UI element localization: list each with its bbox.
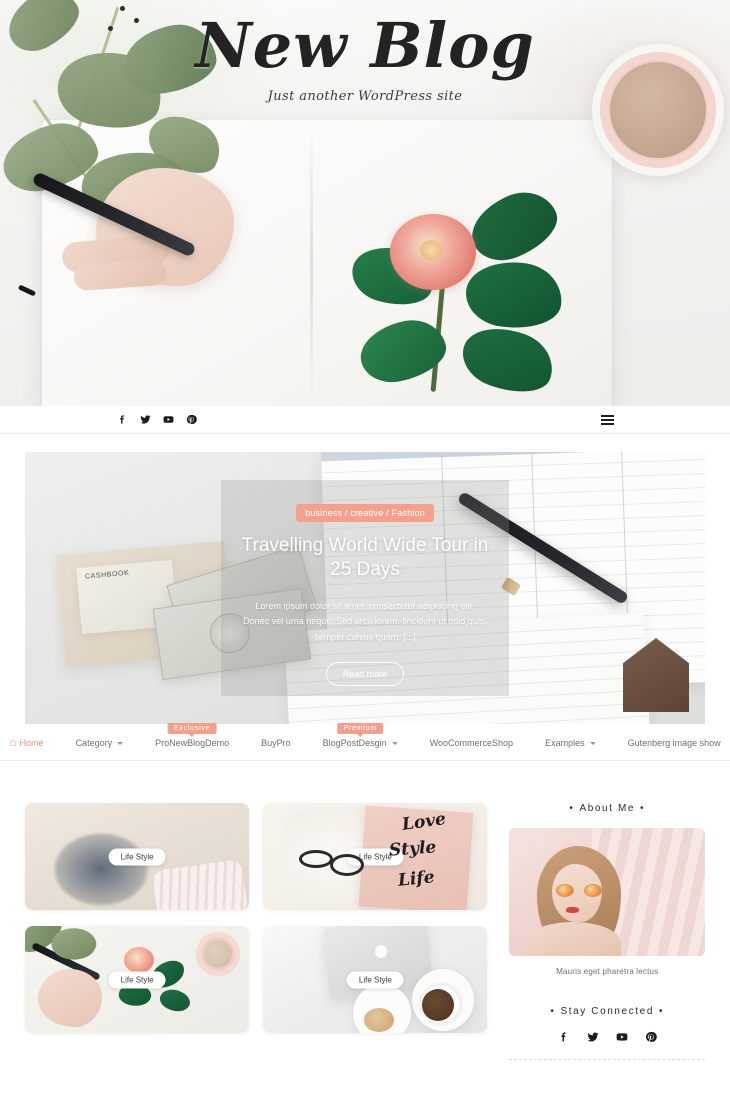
camellia-bloom <box>390 214 476 290</box>
social-links <box>116 414 197 426</box>
posts-grid: Life Style Love Style Life Life Style Li… <box>25 803 488 1033</box>
site-title: New Blog <box>195 9 535 82</box>
post-card[interactable]: Life Style <box>25 803 250 910</box>
widget-title-text: Stay Connected <box>560 1006 655 1017</box>
cup-illustration <box>196 932 241 977</box>
post-card[interactable]: Life Style <box>263 926 488 1033</box>
featured-slider[interactable]: CASHBOOK business / creative / Fashion T… <box>25 452 705 724</box>
divider <box>509 1059 705 1060</box>
widget-title-text: About Me <box>579 803 636 814</box>
sidebar-social-links <box>509 1031 705 1043</box>
content-area: Life Style Love Style Life Life Style Li… <box>0 761 730 1090</box>
eyeglasses-illustration <box>299 850 365 877</box>
chevron-down-icon <box>117 741 124 745</box>
post-category-badge[interactable]: Life Style <box>108 971 166 988</box>
widget-title-stay-connected: • Stay Connected • <box>509 1006 705 1017</box>
slide-read-more-button[interactable]: Read more <box>325 661 405 686</box>
post-category-badge[interactable]: Life Style <box>108 848 166 865</box>
slide-excerpt: Lorem ipsum dolor sit amet, consectetur … <box>243 600 487 643</box>
nav-item-label: Home <box>19 738 44 748</box>
nav-item-blogpostdesgin[interactable]: Premium BlogPostDesgin <box>307 723 414 748</box>
burger-line <box>601 418 614 421</box>
bullet-decoration: • <box>550 1006 556 1017</box>
pinterest-icon[interactable] <box>185 414 197 426</box>
youtube-icon[interactable] <box>616 1031 628 1043</box>
painted-leaf <box>156 984 193 1017</box>
nav-item-label: ProNewBlogDemo <box>155 738 230 748</box>
book-word: Life <box>396 867 436 892</box>
about-me-photo <box>509 828 705 956</box>
nav-item-home[interactable]: ☖ Home <box>0 738 60 748</box>
sidebar: • About Me • Mauris eget pharetra lectus •… <box>509 803 705 1090</box>
top-social-bar <box>0 406 730 434</box>
bullet-decoration: • <box>640 803 646 814</box>
nav-item-woocommerceshop[interactable]: WooCommerceShop <box>414 738 529 748</box>
nav-item-label: Examples <box>545 738 585 748</box>
facebook-icon[interactable] <box>116 414 128 426</box>
primary-navigation-list: ☖ Home Category Exclusive ProNewBlogDemo… <box>0 723 730 748</box>
nav-item-label: BuyPro <box>261 738 291 748</box>
nav-item-label: Category <box>75 738 113 748</box>
chevron-down-icon <box>391 741 398 745</box>
site-header: New Blog Just another WordPress site <box>0 0 730 406</box>
nav-badge-premium: Premium <box>337 723 383 734</box>
page-root: New Blog Just another WordPress site CAS… <box>0 0 730 1090</box>
pinterest-icon[interactable] <box>645 1031 657 1043</box>
widget-stay-connected: • Stay Connected • <box>509 1006 705 1060</box>
coffee-liquid <box>421 989 454 1022</box>
slide-caption-overlay: business / creative / Fashion Travelling… <box>221 480 509 696</box>
nav-item-buypro[interactable]: BuyPro <box>245 738 307 748</box>
pastry-illustration <box>364 1007 395 1032</box>
slide-category-badge[interactable]: business / creative / Fashion <box>296 504 434 522</box>
twitter-icon[interactable] <box>587 1031 599 1043</box>
widget-about-me: • About Me • Mauris eget pharetra lectus <box>509 803 705 976</box>
ledger-header-row <box>320 452 705 462</box>
post-card[interactable]: Life Style <box>25 926 250 1033</box>
twitter-icon[interactable] <box>139 414 151 426</box>
featured-slider-section: CASHBOOK business / creative / Fashion T… <box>0 434 730 724</box>
burger-line <box>601 422 614 425</box>
site-tagline: Just another WordPress site <box>267 89 463 105</box>
slide-title: Travelling World Wide Tour in 25 Days <box>241 535 489 581</box>
nav-item-label: Gutenberg image show <box>627 738 721 748</box>
nav-item-label: BlogPostDesgin <box>322 738 387 748</box>
widget-title-about-me: • About Me • <box>509 803 705 814</box>
book-word: Love <box>401 808 448 835</box>
posts-column: Life Style Love Style Life Life Style Li… <box>25 803 488 1033</box>
nav-item-pronewblogdemo[interactable]: Exclusive ProNewBlogDemo <box>139 723 245 748</box>
nav-item-category[interactable]: Category <box>60 738 140 748</box>
painted-flower <box>123 947 154 974</box>
site-branding: New Blog Just another WordPress site <box>0 9 730 105</box>
home-icon: ☖ <box>9 738 17 748</box>
primary-navigation: ☖ Home Category Exclusive ProNewBlogDemo… <box>0 723 730 761</box>
youtube-icon[interactable] <box>162 414 174 426</box>
menu-toggle-button[interactable] <box>601 414 614 425</box>
bullet-decoration: • <box>569 803 575 814</box>
book-word: Style <box>388 837 437 861</box>
nav-item-examples[interactable]: Examples <box>529 738 612 748</box>
hand-illustration <box>38 968 103 1027</box>
bullet-decoration: • <box>659 1006 665 1017</box>
post-card[interactable]: Love Style Life Life Style <box>263 803 488 910</box>
notebook-spine <box>310 122 313 406</box>
burger-line <box>601 414 614 417</box>
about-me-caption: Mauris eget pharetra lectus <box>556 967 659 976</box>
chevron-down-icon <box>589 741 596 745</box>
nav-item-label: WooCommerceShop <box>429 738 514 748</box>
nav-badge-exclusive: Exclusive <box>167 723 217 734</box>
post-category-badge[interactable]: Life Style <box>346 971 404 988</box>
nav-item-gutenberg-image-show[interactable]: Gutenberg image show <box>612 738 730 748</box>
facebook-icon[interactable] <box>558 1031 570 1043</box>
